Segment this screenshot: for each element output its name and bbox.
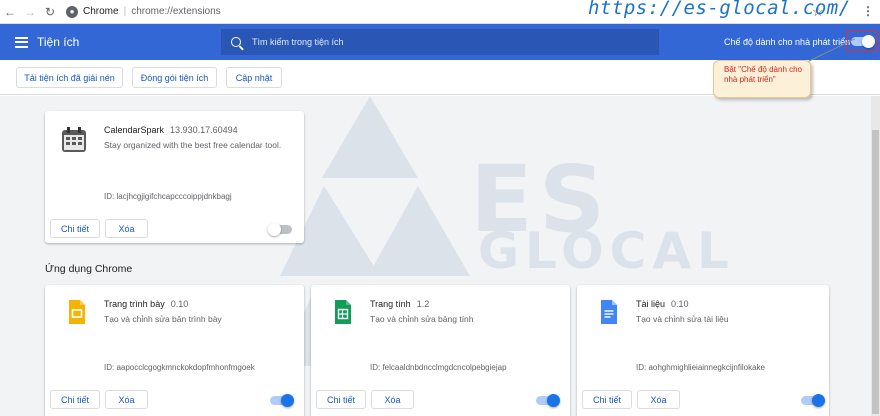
remove-button[interactable]: Xóa	[637, 390, 680, 409]
bookmark-star-icon[interactable]: ☆	[812, 4, 824, 20]
reload-icon[interactable]: ↻	[40, 0, 60, 24]
dev-mode-highlight	[847, 30, 877, 52]
remove-button[interactable]: Xóa	[371, 390, 414, 409]
app-description: Tạo và chỉnh sửa bản trình bày	[104, 314, 222, 324]
app-card-slides: Trang trình bày 0.10 Tạo và chỉnh sửa bản…	[45, 285, 304, 416]
update-button[interactable]: Cập nhật	[226, 67, 282, 88]
app-id: ID: aapocclcgogkmnckokdopfmhonfmgoek	[104, 363, 255, 372]
page-title: Tiện ích	[37, 35, 80, 49]
app-id: ID: aohghmighlieiainnegkcijnfilokake	[636, 363, 765, 372]
app-card-docs: Tài liệu 0.10 Tạo và chỉnh sửa tài liệu I…	[577, 285, 829, 416]
extension-enable-toggle[interactable]	[268, 223, 292, 236]
hamburger-menu-icon[interactable]	[15, 36, 28, 48]
page-scrollbar[interactable]	[871, 96, 880, 416]
main-content: ES GLOCAL CalendarSpark 13.930.17.60494 S…	[0, 96, 880, 416]
extension-id: ID: lacjhcgjigifchcapcccoippjdnkbagj	[104, 192, 232, 201]
chrome-info-icon: ●	[66, 5, 78, 18]
browser-toolbar: ← → ↻ ● Chrome | chrome://extensions htt…	[0, 0, 880, 24]
address-bar[interactable]: ● Chrome | chrome://extensions	[66, 3, 221, 21]
app-enable-toggle[interactable]	[536, 394, 560, 407]
search-placeholder: Tìm kiếm trong tiện ích	[252, 37, 344, 47]
back-icon[interactable]: ←	[0, 0, 20, 24]
docs-icon	[601, 300, 617, 324]
app-version: 0.10	[170, 299, 189, 309]
extension-name: CalendarSpark 13.930.17.60494	[104, 125, 238, 135]
load-unpacked-button[interactable]: Tải tiện ích đã giải nén	[16, 67, 123, 88]
dev-mode-label: Chế độ dành cho nhà phát triển	[724, 37, 851, 47]
slides-icon	[69, 300, 85, 324]
app-id: ID: felcaaldnbdncclmgdcncolpebgiejap	[370, 363, 507, 372]
app-name: Trang tính 1.2	[370, 299, 430, 309]
toggle-thumb	[268, 223, 281, 236]
sheets-icon	[335, 300, 351, 324]
app-description: Tạo và chỉnh sửa bảng tính	[370, 314, 474, 324]
extensions-header: Tiện ích Tìm kiếm trong tiện ích Chế độ …	[0, 24, 880, 60]
details-button[interactable]: Chi tiết	[316, 390, 366, 409]
chrome-apps-heading: Ứng dụng Chrome	[45, 263, 133, 275]
calendar-icon	[62, 127, 86, 152]
toggle-thumb	[547, 394, 560, 407]
address-site-label: Chrome	[83, 6, 119, 17]
app-enable-toggle[interactable]	[801, 394, 825, 407]
details-button[interactable]: Chi tiết	[50, 219, 100, 238]
search-input[interactable]: Tìm kiếm trong tiện ích	[221, 29, 659, 55]
app-description: Tạo và chỉnh sửa tài liệu	[636, 314, 729, 324]
forward-icon[interactable]: →	[20, 0, 40, 24]
scrollbar-thumb[interactable]	[872, 130, 879, 414]
toggle-thumb	[862, 34, 875, 48]
remove-button[interactable]: Xóa	[105, 219, 148, 238]
details-button[interactable]: Chi tiết	[582, 390, 632, 409]
app-card-sheets: Trang tính 1.2 Tạo và chỉnh sửa bảng tính…	[311, 285, 570, 416]
app-name: Trang trình bày 0.10	[104, 299, 189, 309]
extension-card-calendarspark: CalendarSpark 13.930.17.60494 Stay organi…	[45, 111, 304, 243]
address-url: chrome://extensions	[131, 6, 221, 17]
logo-watermark-glocal: GLOCAL	[478, 222, 735, 280]
extension-version: 13.930.17.60494	[170, 125, 238, 135]
extension-description: Stay organized with the best free calend…	[104, 140, 282, 150]
app-enable-toggle[interactable]	[270, 394, 294, 407]
pack-extension-button[interactable]: Đóng gói tiện ích	[132, 67, 217, 88]
app-version: 0.10	[671, 299, 689, 309]
annotation-callout: Bật "Chế độ dành cho nhà phát triển"	[713, 60, 811, 98]
app-name: Tài liệu 0.10	[636, 299, 689, 309]
remove-button[interactable]: Xóa	[105, 390, 148, 409]
toggle-thumb	[812, 394, 825, 407]
app-version: 1.2	[416, 299, 430, 309]
address-separator: |	[123, 6, 127, 17]
kebab-menu-icon[interactable]: ⋮	[862, 4, 874, 18]
search-icon	[231, 37, 241, 47]
details-button[interactable]: Chi tiết	[50, 390, 100, 409]
toggle-thumb	[281, 394, 294, 407]
